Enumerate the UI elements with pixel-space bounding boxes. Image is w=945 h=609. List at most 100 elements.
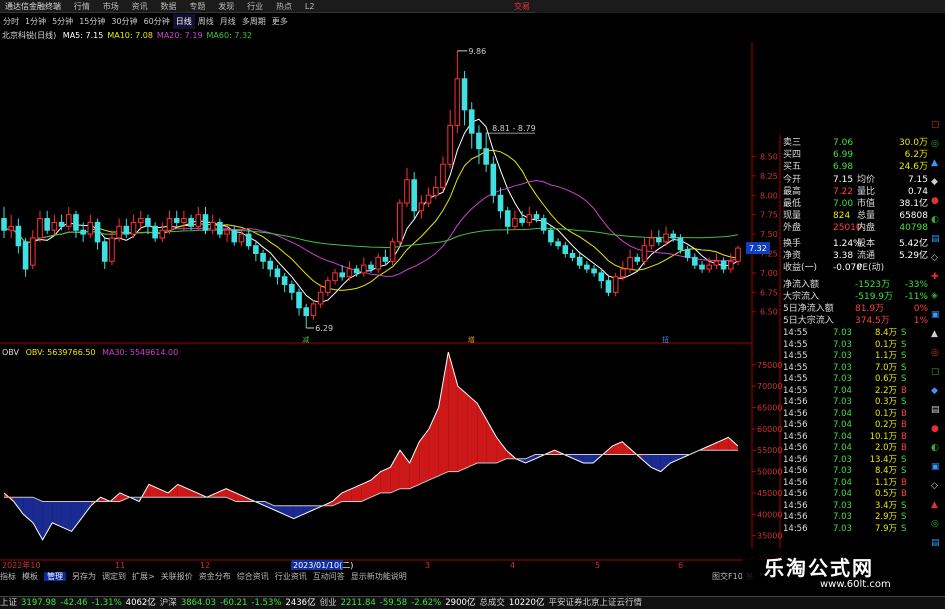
side-tool-icon[interactable]: ◆ [931, 386, 938, 396]
flow-label: 大宗流入 [783, 292, 820, 302]
bottom-tab-0[interactable]: 指标 [0, 572, 16, 581]
tick-row: 14:56 7.04 0.2万 B [783, 420, 928, 431]
quote-value-2: 7.15 [907, 175, 928, 185]
candle [612, 272, 619, 297]
tick-volume: 2.9万 [874, 512, 897, 522]
side-tool-icon[interactable]: ◎ [931, 519, 939, 529]
status-item-17: 平安证券北京上证云行情 [548, 598, 642, 608]
event-marker-1[interactable]: 增 [468, 335, 475, 344]
bottom-tab-2[interactable]: 管理 [44, 572, 66, 581]
obv-fill-segment [187, 488, 198, 498]
side-tool-icon[interactable]: ▢ [931, 367, 940, 377]
quote-row: 收益(一) -0.070 PE(动) [783, 262, 928, 274]
candle [440, 156, 446, 192]
candle [8, 214, 14, 238]
x-axis-label: 5 [595, 561, 600, 570]
bottom-tab-11[interactable]: 显示新功能说明 [351, 572, 407, 581]
candle [375, 253, 381, 273]
side-tool-icon[interactable]: ◐ [931, 443, 939, 453]
candle [296, 288, 302, 316]
x-axis-label: 3 [425, 561, 430, 570]
tick-volume: 7.0万 [874, 362, 897, 373]
side-tool-icon[interactable]: ◇ [931, 253, 938, 263]
candle [512, 210, 518, 231]
candle [29, 230, 36, 270]
candle [58, 214, 65, 231]
bottom-tab-4[interactable]: 调定到 [102, 572, 126, 581]
candle [627, 249, 633, 273]
tick-row: 14:56 7.03 3.4万 S [783, 501, 928, 512]
bottom-tab-6[interactable]: 关联报价 [161, 572, 193, 581]
side-tool-icon[interactable]: ◈ [931, 291, 938, 301]
obv-tick-label: 35000 [757, 532, 782, 541]
watermark-url: www.60lt.com [820, 579, 891, 590]
tick-row: 14:56 7.03 8.4万 S [783, 466, 928, 477]
side-tool-icon[interactable]: ▣ [931, 462, 940, 472]
candle [51, 214, 58, 235]
candle [699, 261, 705, 273]
tick-side: B [901, 443, 907, 453]
tick-volume: 1.1万 [874, 477, 897, 488]
bottom-tab-8[interactable]: 综合资讯 [237, 572, 269, 581]
event-marker-0[interactable]: 减 [302, 335, 309, 344]
fund-flow-row: 大宗流入 -519.9万 -11% [783, 291, 928, 303]
tick-volume: 0.3万 [874, 397, 897, 407]
tick-row: 14:55 7.03 8.4万 S [783, 328, 928, 339]
mid-price-label: 8.81 - 8.79 [492, 124, 536, 133]
tick-price: 7.03 [833, 512, 852, 522]
quote-row: 外盘 25010 内盘 40798 [783, 222, 928, 234]
side-tool-icon[interactable]: ▤ [931, 538, 940, 548]
obv-fill-segment [32, 497, 43, 540]
side-tool-icon[interactable]: ▲ [931, 158, 938, 168]
side-tool-icon[interactable]: ▢ [931, 120, 940, 130]
tick-time: 14:55 [783, 385, 808, 396]
candle [497, 187, 504, 219]
obv-fill-segment [583, 454, 594, 464]
tick-price: 7.04 [833, 420, 852, 430]
bottom-tab-3[interactable]: 另存为 [72, 572, 96, 581]
bottom-tab-9[interactable]: 行业资讯 [275, 572, 307, 581]
quote-value: 6.98 [833, 162, 854, 172]
candle [641, 237, 648, 266]
side-tool-icon[interactable]: ◎ [931, 348, 939, 358]
quote-value-2: 40798 [899, 223, 928, 233]
side-tool-icon[interactable]: ▲ [931, 329, 938, 339]
side-tool-icon[interactable]: ▤ [931, 234, 940, 244]
obv-indicator-name: OBV [2, 348, 20, 357]
side-tool-icon[interactable]: ▤ [931, 405, 940, 415]
candle [411, 171, 417, 219]
event-marker-2[interactable]: 扭 [662, 335, 669, 344]
side-tool-icon[interactable]: ● [931, 196, 939, 206]
candle [476, 125, 482, 165]
tick-row: 14:56 7.04 2.0万 B [783, 443, 928, 454]
bottom-tab-1[interactable]: 模板 [22, 572, 38, 581]
candle [130, 214, 137, 238]
price-tick-label: 7.00 [760, 269, 778, 278]
side-tool-icon[interactable]: ◇ [931, 481, 938, 491]
side-tool-icon[interactable]: ✚ [931, 272, 939, 282]
flow-value: -1523万 [855, 280, 891, 290]
candle [202, 206, 209, 235]
quote-label: 收益(一) [783, 263, 818, 273]
candle [584, 261, 590, 273]
bottom-tab-7[interactable]: 资金分布 [199, 572, 231, 581]
quote-label: 净资 [783, 251, 802, 261]
side-tool-icon[interactable]: ● [931, 424, 939, 434]
bottom-tab-5[interactable]: 扩展> [132, 572, 155, 581]
side-tool-icon[interactable]: ◐ [931, 215, 939, 225]
obv-fill-segment [158, 488, 169, 498]
bottom-tab-10[interactable]: 互动问答 [313, 572, 345, 581]
obv-fill-segment [525, 454, 536, 464]
price-chart: 9.86 6.29 8.81 - 8.79 减 增 扭 [1, 47, 741, 344]
side-tool-icon[interactable]: ▣ [931, 310, 940, 320]
candle [425, 187, 432, 207]
status-item-2: -42.46 [60, 598, 88, 608]
quote-value: 7.22 [833, 187, 854, 197]
side-tool-icon[interactable]: ▲ [931, 500, 938, 510]
side-tool-icon[interactable]: ◆ [931, 177, 938, 187]
quote-value-2: 38.1亿 [898, 199, 928, 209]
obv-fill-segment [409, 441, 420, 489]
side-tool-icon[interactable]: ◎ [931, 139, 939, 149]
candle [382, 249, 389, 266]
tick-side: S [901, 454, 907, 465]
